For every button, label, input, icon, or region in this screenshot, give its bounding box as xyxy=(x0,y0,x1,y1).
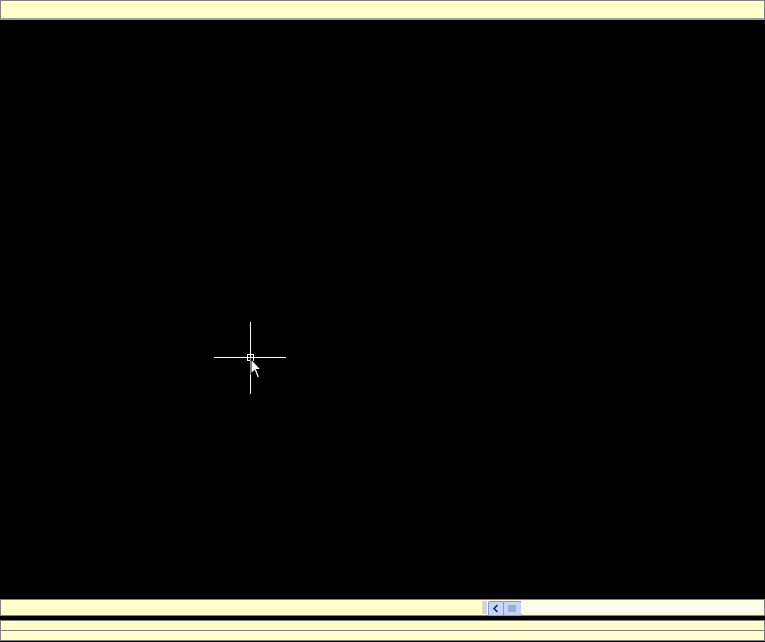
command-line-2[interactable] xyxy=(0,630,765,641)
scrollbar-edge xyxy=(482,601,487,614)
scrollbar-thumb-grip-icon xyxy=(508,605,516,612)
scroll-left-button[interactable] xyxy=(488,601,504,616)
chevron-left-icon xyxy=(492,604,499,613)
top-toolbar xyxy=(0,0,765,20)
arrow-cursor-icon xyxy=(250,358,262,379)
horizontal-scrollbar[interactable] xyxy=(0,599,765,616)
scrollbar-thumb[interactable] xyxy=(503,601,522,616)
scrollbar-track[interactable] xyxy=(521,601,763,614)
bottom-panel xyxy=(0,599,765,642)
drawing-canvas[interactable] xyxy=(0,20,765,599)
